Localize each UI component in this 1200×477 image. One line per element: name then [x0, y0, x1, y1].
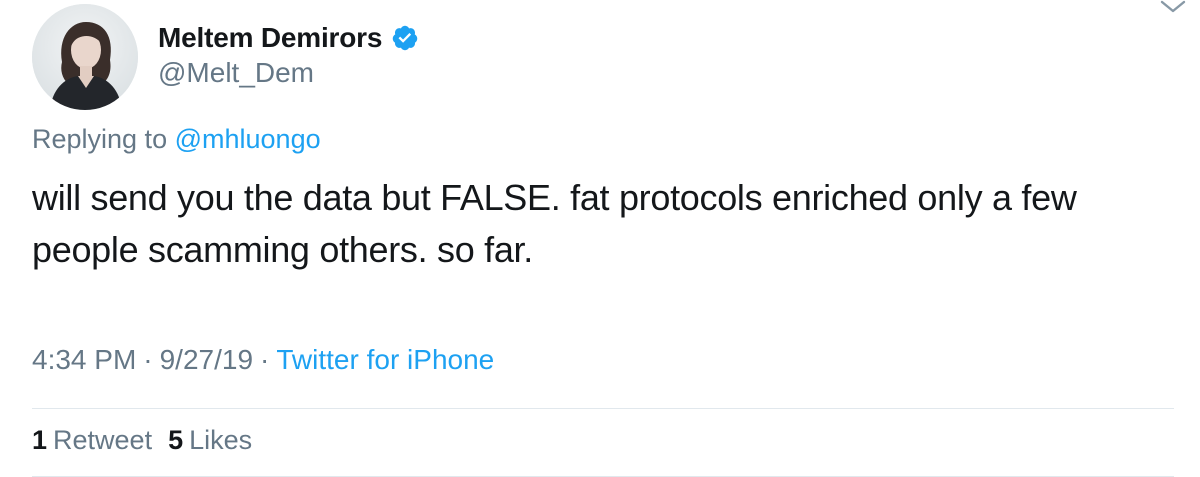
tweet-time[interactable]: 4:34 PM: [32, 344, 136, 376]
likes-stat[interactable]: 5 Likes: [168, 425, 268, 456]
tweet-text-line: will send you the data but FALSE. fat pr…: [32, 177, 1077, 218]
reply-prefix: Replying to: [32, 124, 168, 154]
tweet-text-line: people scamming others. so far.: [32, 229, 533, 270]
likes-count: 5: [168, 425, 184, 455]
tweet-card: Meltem Demirors @Melt_Dem Replying to @m…: [0, 0, 1200, 477]
meta-separator: ·: [260, 344, 270, 375]
author-display-name[interactable]: Meltem Demirors: [158, 22, 382, 54]
tweet-meta: 4:34 PM · 9/27/19 · Twitter for iPhone: [32, 344, 494, 376]
retweets-label: Retweet: [53, 425, 153, 455]
tweet-source-link[interactable]: Twitter for iPhone: [276, 344, 494, 376]
reply-context: Replying to @mhluongo: [32, 124, 321, 155]
reply-mention-link[interactable]: @mhluongo: [175, 124, 321, 154]
author-name-row[interactable]: Meltem Demirors: [158, 20, 419, 56]
divider: [32, 408, 1174, 409]
verified-badge-icon: [391, 24, 419, 52]
meta-separator: ·: [143, 344, 153, 375]
tweet-stats: 1 Retweet 5 Likes: [32, 425, 268, 456]
chevron-down-icon[interactable]: [1158, 0, 1188, 16]
author-handle[interactable]: @Melt_Dem: [158, 57, 314, 89]
tweet-date[interactable]: 9/27/19: [160, 344, 253, 376]
retweets-stat[interactable]: 1 Retweet: [32, 425, 168, 456]
retweets-count: 1: [32, 425, 48, 455]
likes-label: Likes: [189, 425, 253, 455]
avatar[interactable]: [32, 4, 138, 110]
avatar-image: [32, 4, 138, 110]
tweet-text: will send you the data but FALSE. fat pr…: [32, 172, 1162, 276]
